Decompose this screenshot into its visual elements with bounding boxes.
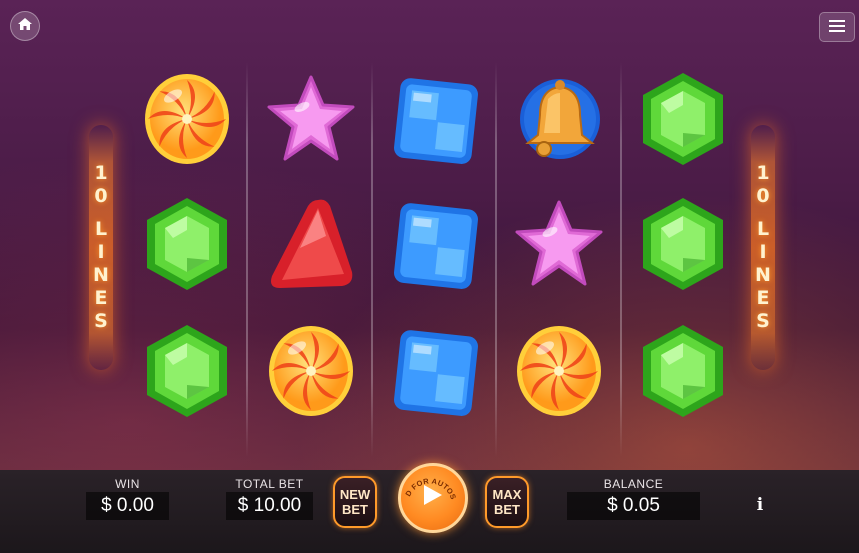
banner-char: S [756,310,770,332]
reel-separator [620,62,622,457]
reel-separator [371,62,373,457]
balance-value: $ 0.05 [607,495,660,516]
max-bet-button[interactable]: MAX BET [485,476,529,528]
green-gem-symbol [137,189,237,299]
swirl-candy-symbol [509,316,609,426]
green-gem-symbol [633,316,733,426]
win-value: $ 0.00 [101,495,154,516]
banner-char: S [94,310,108,332]
green-gem-symbol [137,316,237,426]
menu-button[interactable] [819,12,855,42]
pink-star-symbol [261,64,361,174]
banner-char: L [94,218,108,240]
green-gem-symbol [633,64,733,174]
lines-banner-left: 1 0 L I N E S [89,125,113,370]
home-button[interactable] [10,11,40,41]
new-bet-button[interactable]: NEW BET [333,476,377,528]
pink-star-symbol [509,189,609,299]
bell-symbol [509,64,609,174]
max-bet-line1: MAX [492,487,522,502]
green-gem-symbol [633,189,733,299]
blue-square-gem-symbol [385,64,485,174]
play-icon [424,485,442,505]
balance-label: BALANCE [603,477,664,491]
banner-char: L [756,218,770,240]
max-bet-line2: BET [494,502,520,517]
reel-separator [246,62,248,457]
banner-char: E [756,287,770,309]
total-bet-value: $ 10.00 [237,495,302,516]
lines-banner-right: 1 0 L I N E S [751,125,775,370]
reel-separator [495,62,497,457]
banner-char: I [759,241,767,263]
blue-square-gem-symbol [385,189,485,299]
total-bet-label: TOTAL BET [235,477,304,491]
banner-char: I [97,241,105,263]
win-label: WIN [115,477,140,491]
banner-char: 1 [94,162,108,184]
hamburger-menu-icon [829,18,845,37]
blue-square-gem-symbol [385,316,485,426]
banner-char: N [755,264,771,286]
spin-button[interactable]: HOLD FOR AUTOSPIN [398,463,468,533]
info-icon[interactable]: i [752,495,768,515]
spin-hint-ring: HOLD FOR AUTOSPIN [398,463,458,505]
new-bet-line1: NEW [339,487,371,502]
banner-char: E [94,287,108,309]
swirl-candy-symbol [261,316,361,426]
banner-char: N [93,264,109,286]
banner-char: 1 [756,162,770,184]
swirl-candy-symbol [137,64,237,174]
home-icon [17,16,33,36]
new-bet-line2: BET [342,502,368,517]
banner-char: 0 [756,185,770,207]
red-triangle-gem-symbol [261,189,361,299]
reel-grid [123,62,743,457]
banner-char: 0 [94,185,108,207]
